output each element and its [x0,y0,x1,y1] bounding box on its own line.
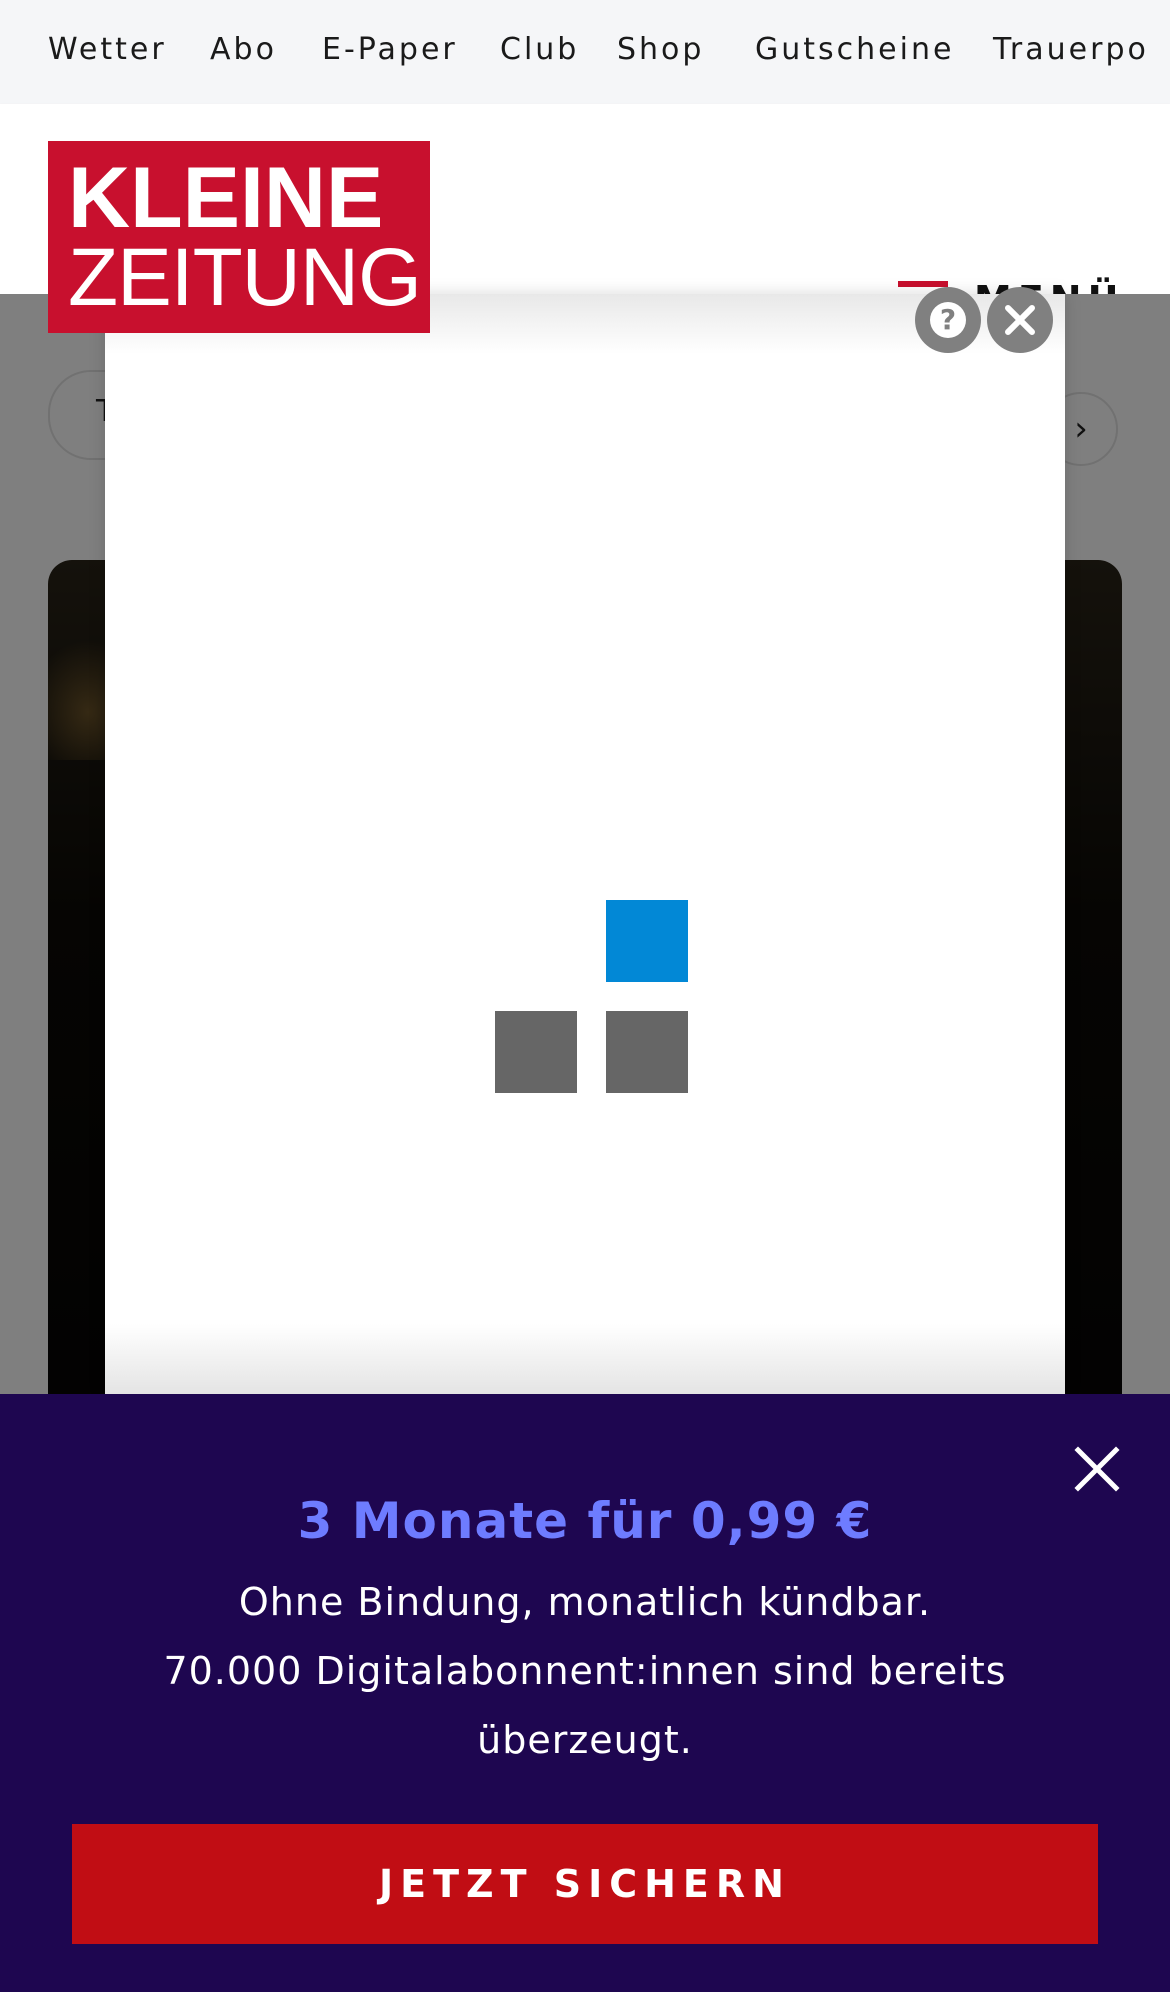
loader-square-blue [606,900,688,982]
service-nav: Wetter Abo E-Paper Club Shop Gutscheine … [0,0,1170,104]
close-icon[interactable] [987,287,1053,353]
loader-square-grey [606,1011,688,1093]
banner-close-icon[interactable] [1074,1446,1120,1492]
logo-line-zeitung: ZEITUNG [68,232,422,323]
nav-link-gutscheine[interactable]: Gutscheine [755,30,954,70]
loader-square-grey [495,1011,577,1093]
logo-line-kleine: KLEINE [68,150,384,246]
offer-line-2: 70.000 Digitalabonnent:innen sind bereit… [163,1649,1007,1693]
nav-link-abo[interactable]: Abo [210,30,277,70]
offer-line-1: Ohne Bindung, monatlich kündbar. [238,1580,932,1624]
offer-line-3: überzeugt. [477,1718,693,1762]
question-icon[interactable]: ? [915,287,981,353]
nav-link-epaper[interactable]: E-Paper [322,30,458,70]
kleine-zeitung-logo[interactable]: KLEINE ZEITUNG [48,141,430,333]
nav-link-trauerportal[interactable]: Trauerpo [993,30,1149,70]
ad-overlay [105,294,1065,1394]
subscribe-now-button[interactable]: JETZT SICHERN [72,1824,1098,1944]
nav-link-wetter[interactable]: Wetter [48,30,167,70]
nav-link-club[interactable]: Club [500,30,579,70]
offer-headline: 3 Monate für 0,99 € [297,1492,873,1550]
nav-link-shop[interactable]: Shop [617,30,704,70]
